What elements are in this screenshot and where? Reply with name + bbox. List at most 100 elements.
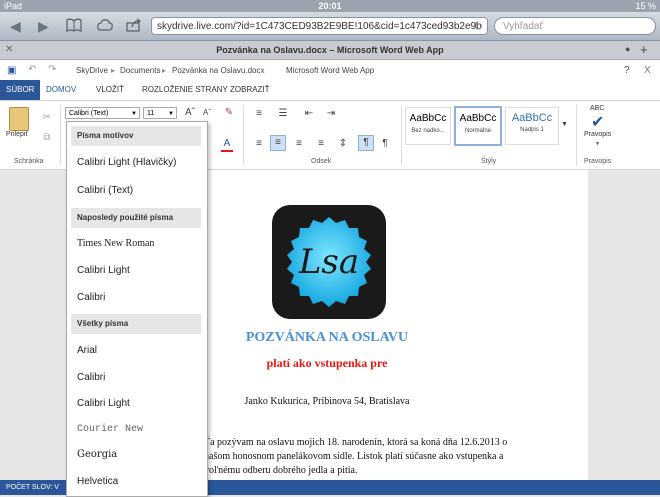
- redo-icon[interactable]: ↷: [48, 64, 56, 75]
- ltr-icon[interactable]: ¶: [358, 135, 374, 151]
- rtl-icon[interactable]: ¶: [378, 137, 392, 151]
- url-input[interactable]: skydrive.live.com/?id=1C473CED93B2E9BE!1…: [151, 17, 488, 35]
- paste-icon[interactable]: [9, 107, 29, 131]
- app-logo: Lsa: [272, 205, 386, 319]
- font-size-value: 11: [147, 110, 155, 117]
- font-option[interactable]: Courier New: [77, 424, 143, 435]
- group-separator: [60, 105, 61, 165]
- undo-icon[interactable]: ↶: [28, 64, 36, 75]
- font-option[interactable]: Calibri Light: [77, 265, 130, 276]
- font-size-select[interactable]: 11 ▼: [143, 107, 177, 119]
- font-option[interactable]: Calibri: [77, 372, 105, 383]
- body-line: Ťa pozývam na oslavu mojich 18. narodení…: [204, 437, 508, 448]
- font-dropdown[interactable]: Písma motívov Calibri Light (Hlavičky) C…: [66, 121, 208, 497]
- font-option[interactable]: Georgia: [77, 449, 117, 460]
- back-icon[interactable]: ◀: [10, 18, 21, 35]
- search-input[interactable]: Vyhľadať: [494, 17, 656, 35]
- shrink-font-icon[interactable]: Aˇ: [200, 106, 214, 120]
- cut-icon[interactable]: ✂: [40, 111, 54, 125]
- help-button[interactable]: ?: [624, 65, 630, 76]
- safari-toolbar: ◀ ▶ skydrive.live.com/?id=1C473CED93B2E9…: [0, 12, 660, 41]
- forward-icon[interactable]: ▶: [38, 18, 49, 35]
- align-right-icon[interactable]: ≡: [292, 137, 306, 151]
- ribbon-tabs: SÚBOR DOMOV VLOŽIŤ ROZLOŽENIE STRANY ZOB…: [0, 80, 660, 101]
- spelling-button[interactable]: Pravopis: [584, 131, 611, 138]
- clock: 20:01: [318, 1, 342, 11]
- numbering-icon[interactable]: ☰: [276, 107, 290, 121]
- paste-label[interactable]: Prilepiť: [6, 131, 28, 138]
- tab-view[interactable]: ZOBRAZIŤ: [224, 80, 276, 100]
- style-normal[interactable]: AaBbCc Normálne: [454, 106, 502, 146]
- font-color-icon[interactable]: A: [220, 137, 234, 151]
- align-center-icon[interactable]: ≡: [270, 135, 286, 151]
- style-sample: AaBbCc: [409, 113, 447, 124]
- reload-icon[interactable]: ↻: [474, 18, 483, 34]
- justify-icon[interactable]: ≡: [314, 137, 328, 151]
- save-icon[interactable]: ▣: [7, 65, 16, 76]
- word-count: POČET SLOV: V: [6, 484, 59, 491]
- bullets-icon[interactable]: ≡: [252, 107, 266, 121]
- spelling-group-label: Pravopis: [584, 158, 612, 165]
- lock-icon: ●: [625, 44, 631, 54]
- group-separator: [576, 105, 577, 165]
- align-left-icon[interactable]: ≡: [252, 137, 266, 151]
- document-body[interactable]: Ťa pozývam na oslavu mojich 18. narodení…: [204, 436, 507, 478]
- chevron-down-icon: ▼: [168, 111, 174, 117]
- font-option[interactable]: Calibri (Text): [77, 185, 133, 196]
- font-option[interactable]: Calibri: [77, 292, 105, 303]
- clipboard-group-label: Schránka: [14, 158, 44, 165]
- copy-icon[interactable]: ⧉: [40, 131, 54, 145]
- style-no-spacing[interactable]: AaBbCc Bez riadko...: [405, 107, 451, 145]
- cloud-tabs-icon[interactable]: [97, 18, 113, 34]
- breadcrumb-separator: ▸: [162, 66, 167, 75]
- breadcrumb-separator: ▸: [111, 66, 116, 75]
- ios-status-bar: iPad 20:01 15 %: [0, 0, 660, 12]
- body-line: našom honosnom panelákovom sídle. Listok…: [204, 451, 504, 462]
- font-option[interactable]: Helvetica: [77, 476, 118, 487]
- style-name: Nadpis 1: [520, 127, 544, 133]
- breadcrumb-documents[interactable]: Documents: [120, 66, 160, 75]
- all-fonts-header: Všetky písma: [71, 314, 201, 334]
- font-name-select[interactable]: Calibri (Text) ▼: [65, 107, 140, 119]
- increase-indent-icon[interactable]: ⇥: [324, 107, 338, 121]
- grow-font-icon[interactable]: Aˆ: [183, 106, 197, 120]
- font-option[interactable]: Times New Roman: [77, 238, 154, 249]
- font-option[interactable]: Arial: [77, 345, 97, 356]
- group-separator: [401, 105, 402, 165]
- breadcrumb-skydrive[interactable]: SkyDrive: [76, 66, 108, 75]
- bookmarks-icon[interactable]: [66, 18, 82, 35]
- line-spacing-icon[interactable]: ⇕: [336, 137, 350, 151]
- style-name: Bez riadko...: [411, 128, 445, 134]
- font-option[interactable]: Calibri Light: [77, 398, 130, 409]
- logo-text: Lsa: [298, 242, 360, 282]
- font-name-value: Calibri (Text): [69, 110, 109, 117]
- font-option[interactable]: Calibri Light (Hlavičky): [77, 157, 176, 168]
- clear-formatting-icon[interactable]: ✎: [222, 106, 236, 120]
- battery-level: 15 %: [635, 1, 656, 11]
- word-header: ▣ ↶ ↷ SkyDrive ▸ Documents ▸ Pozvánka na…: [0, 60, 660, 80]
- tab-file[interactable]: SÚBOR: [0, 80, 41, 100]
- checkmark-icon[interactable]: ✔: [591, 112, 604, 132]
- new-tab-icon[interactable]: +: [640, 42, 648, 57]
- breadcrumb-file: Pozvánka na Oslavu.docx: [172, 66, 265, 75]
- tab-insert[interactable]: VLOŽIŤ: [90, 80, 130, 100]
- recent-fonts-header: Naposledy použité písma: [71, 208, 201, 228]
- style-sample: AaBbCc: [511, 112, 553, 124]
- tab-page-layout[interactable]: ROZLOŽENIE STRANY: [136, 80, 234, 100]
- close-button[interactable]: X: [644, 65, 651, 76]
- paragraph-group-label: Odsek: [311, 158, 332, 165]
- style-name: Normálne: [464, 128, 491, 134]
- share-icon[interactable]: [126, 18, 142, 35]
- tab-title[interactable]: Pozvánka na Oslavu.docx – Microsoft Word…: [0, 41, 660, 59]
- styles-group-label: Štýly: [481, 158, 497, 165]
- style-heading-1[interactable]: AaBbCc Nadpis 1: [505, 107, 559, 145]
- font-color-bar: [221, 150, 233, 152]
- chevron-down-icon: ▼: [131, 111, 137, 117]
- tab-home[interactable]: DOMOV: [40, 80, 82, 100]
- safari-tab-strip: ✕ Pozvánka na Oslavu.docx – Microsoft Wo…: [0, 41, 660, 60]
- styles-more-icon[interactable]: ▼: [561, 121, 568, 128]
- chevron-down-icon: ▼: [595, 141, 600, 147]
- app-name: Microsoft Word Web App: [286, 66, 375, 75]
- body-line: voľnému odberu dobrého jedla a pitia.: [204, 465, 358, 476]
- decrease-indent-icon[interactable]: ⇤: [302, 107, 316, 121]
